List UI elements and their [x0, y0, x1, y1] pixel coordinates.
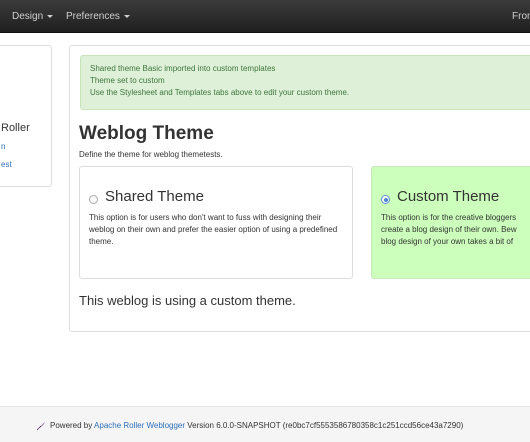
top-navbar: Design Preferences Fron — [0, 0, 530, 33]
custom-theme-description: This option is for the creative bloggers… — [381, 212, 530, 248]
nav-preferences-menu[interactable]: Preferences — [66, 0, 130, 33]
sidebar-link-1[interactable]: n — [1, 142, 5, 151]
success-alert: Shared theme Basic imported into custom … — [80, 55, 530, 110]
theme-status-text: This weblog is using a custom theme. — [79, 293, 296, 308]
custom-theme-radio[interactable] — [381, 195, 390, 204]
footer-version: Version 6.0.0-SNAPSHOT (re0bc7cf55535867… — [187, 421, 464, 431]
shared-theme-description: This option is for users who don't want … — [89, 213, 338, 246]
nav-front-page-link[interactable]: Fron — [512, 0, 530, 33]
footer-text: Powered by Apache Roller Weblogger Versi… — [36, 421, 463, 431]
custom-theme-heading: Custom Theme — [397, 188, 500, 205]
custom-desc-line-1: This option is for the creative bloggers — [381, 213, 517, 222]
caret-down-icon — [47, 14, 54, 18]
footer-powered-by: Powered by — [50, 421, 93, 431]
footer-roller-link[interactable]: Apache Roller Weblogger — [94, 421, 185, 430]
nav-front-label: Fron — [512, 11, 530, 22]
sidebar-link-2[interactable]: est — [1, 160, 12, 169]
roller-feather-icon — [36, 422, 45, 431]
page-footer: Powered by Apache Roller Weblogger Versi… — [0, 406, 530, 442]
nav-preferences-label: Preferences — [66, 11, 120, 22]
nav-design-label: Design — [12, 11, 44, 22]
page-subtitle: Define the theme for weblog themetests. — [79, 150, 223, 159]
alert-line-2: Theme set to custom — [90, 76, 165, 85]
nav-design-menu[interactable]: Design — [12, 0, 54, 33]
shared-theme-radio[interactable] — [89, 195, 98, 204]
custom-desc-line-3: blog design of your own takes a bit of — [381, 237, 514, 246]
shared-theme-option[interactable]: Shared Theme This option is for users wh… — [79, 166, 353, 279]
custom-desc-line-2: create a blog design of their own. Bew — [381, 225, 517, 234]
caret-down-icon — [123, 14, 130, 18]
custom-theme-option[interactable]: Custom Theme This option is for the crea… — [371, 166, 530, 279]
shared-theme-heading: Shared Theme — [105, 188, 204, 205]
alert-line-1: Shared theme Basic imported into custom … — [90, 64, 276, 73]
alert-line-3: Use the Stylesheet and Templates tabs ab… — [90, 88, 350, 97]
sidebar-title: Roller — [1, 122, 30, 134]
page-title: Weblog Theme — [79, 123, 214, 144]
